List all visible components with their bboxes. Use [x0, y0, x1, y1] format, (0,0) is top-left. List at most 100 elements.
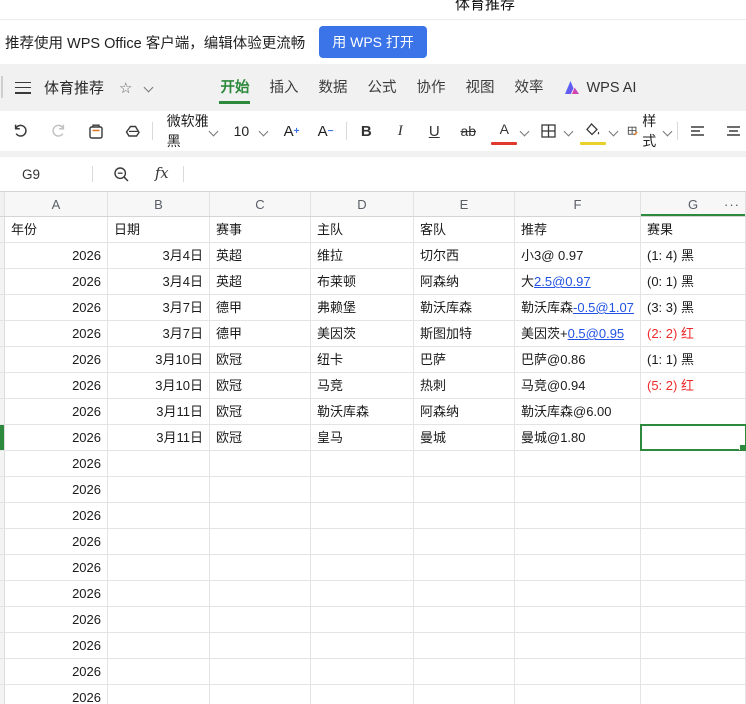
tab-7[interactable]: 效率: [513, 72, 544, 104]
cell-result[interactable]: [641, 685, 746, 704]
cell-home[interactable]: 勒沃库森: [311, 399, 414, 424]
cell-away[interactable]: [414, 581, 515, 606]
tab-4[interactable]: 公式: [366, 72, 397, 104]
cell-style-chevron-down-icon[interactable]: [663, 127, 669, 136]
cell-home[interactable]: [311, 477, 414, 502]
cell-league[interactable]: 欧冠: [210, 373, 311, 398]
cell-year[interactable]: 2026: [5, 685, 108, 704]
cell-away[interactable]: [414, 659, 515, 684]
cell-style-button[interactable]: 样式: [627, 113, 663, 149]
cell-date[interactable]: [108, 607, 210, 632]
cell-date[interactable]: [108, 529, 210, 554]
cell-year[interactable]: 2026: [5, 347, 108, 372]
cell-result[interactable]: [641, 607, 746, 632]
cell-tip[interactable]: [515, 503, 641, 528]
increase-font-size-button[interactable]: A +: [280, 117, 304, 145]
cell-home[interactable]: [311, 529, 414, 554]
cell-result[interactable]: [641, 581, 746, 606]
cell-date[interactable]: 3月7日: [108, 321, 210, 346]
cell-year[interactable]: 2026: [5, 451, 108, 476]
tab-5[interactable]: 协作: [415, 72, 446, 104]
tab-3[interactable]: 数据: [317, 72, 348, 104]
header-cell-away[interactable]: 客队: [414, 217, 515, 242]
cell-year[interactable]: 2026: [5, 321, 108, 346]
redo-button[interactable]: [46, 117, 70, 145]
decrease-font-size-button[interactable]: A −: [314, 117, 338, 145]
cell-result[interactable]: (0: 1) 黑: [641, 269, 746, 294]
cell-date[interactable]: [108, 451, 210, 476]
cell-away[interactable]: 热刺: [414, 373, 515, 398]
cell-tip[interactable]: [515, 529, 641, 554]
cell-league[interactable]: [210, 529, 311, 554]
cell-tip[interactable]: [515, 607, 641, 632]
font-name-select[interactable]: 微软雅黑: [167, 113, 210, 149]
cell-home[interactable]: [311, 451, 414, 476]
cell-league[interactable]: 英超: [210, 243, 311, 268]
cell-result[interactable]: (3: 3) 黑: [641, 295, 746, 320]
cell-result[interactable]: [640, 424, 746, 451]
header-cell-league[interactable]: 赛事: [210, 217, 311, 242]
borders-button[interactable]: [536, 117, 560, 145]
align-center-button[interactable]: [722, 117, 746, 145]
cell-away[interactable]: [414, 451, 515, 476]
cell-tip[interactable]: 勒沃库森@6.00: [515, 399, 641, 424]
zoom-search-button[interactable]: [109, 160, 133, 188]
fill-color-chevron-down-icon[interactable]: [609, 127, 615, 136]
cell-home[interactable]: 纽卡: [311, 347, 414, 372]
cell-date[interactable]: [108, 685, 210, 704]
cell-year[interactable]: 2026: [5, 295, 108, 320]
cell-year[interactable]: 2026: [5, 503, 108, 528]
cell-result[interactable]: [641, 529, 746, 554]
tip-link[interactable]: -0.5@1.07: [573, 300, 634, 315]
cell-away[interactable]: 阿森纳: [414, 399, 515, 424]
cell-league[interactable]: [210, 581, 311, 606]
cell-tip[interactable]: 大2.5@0.97: [515, 269, 641, 294]
cell-result[interactable]: (2: 2) 红: [641, 321, 746, 346]
cell-year[interactable]: 2026: [5, 633, 108, 658]
favorite-star-icon[interactable]: ☆: [119, 79, 132, 97]
strikethrough-button[interactable]: ab: [456, 117, 480, 145]
cell-away[interactable]: [414, 555, 515, 580]
document-name[interactable]: 体育推荐: [44, 77, 104, 98]
cell-year[interactable]: 2026: [5, 555, 108, 580]
cell-result[interactable]: (1: 1) 黑: [641, 347, 746, 372]
cell-date[interactable]: 3月11日: [108, 399, 210, 424]
tip-link[interactable]: 2.5@0.97: [534, 274, 591, 289]
cell-tip[interactable]: [515, 633, 641, 658]
header-cell-result[interactable]: 赛果: [641, 217, 746, 242]
cell-date[interactable]: 3月11日: [108, 425, 210, 450]
bold-button[interactable]: B: [354, 117, 378, 145]
cell-date[interactable]: [108, 581, 210, 606]
cell-result[interactable]: [641, 503, 746, 528]
cell-home[interactable]: 美因茨: [311, 321, 414, 346]
column-header-B[interactable]: B: [108, 192, 210, 216]
header-cell-home[interactable]: 主队: [311, 217, 414, 242]
header-cell-tip[interactable]: 推荐: [515, 217, 641, 242]
header-cell-year[interactable]: 年份: [5, 217, 108, 242]
cell-result[interactable]: [641, 633, 746, 658]
cell-date[interactable]: [108, 477, 210, 502]
menu-icon[interactable]: [15, 81, 31, 94]
cell-tip[interactable]: [515, 451, 641, 476]
undo-button[interactable]: [8, 117, 32, 145]
cell-year[interactable]: 2026: [5, 659, 108, 684]
cell-away[interactable]: 勒沃库森: [414, 295, 515, 320]
cell-tip[interactable]: 小3@ 0.97: [515, 243, 641, 268]
cell-home[interactable]: 马竞: [311, 373, 414, 398]
cell-away[interactable]: 曼城: [414, 425, 515, 450]
cell-tip[interactable]: 美因茨+0.5@0.95: [515, 321, 641, 346]
font-size-chevron-down-icon[interactable]: [259, 127, 265, 136]
cell-away[interactable]: 巴萨: [414, 347, 515, 372]
cell-away[interactable]: [414, 477, 515, 502]
column-header-F[interactable]: F: [515, 192, 641, 216]
cell-home[interactable]: [311, 659, 414, 684]
cell-date[interactable]: 3月10日: [108, 347, 210, 372]
cell-tip[interactable]: [515, 659, 641, 684]
doc-menu-chevron-down-icon[interactable]: [144, 83, 153, 92]
cell-year[interactable]: 2026: [5, 373, 108, 398]
cell-date[interactable]: [108, 659, 210, 684]
cell-result[interactable]: (5: 2) 红: [641, 373, 746, 398]
cell-league[interactable]: [210, 451, 311, 476]
cell-away[interactable]: [414, 529, 515, 554]
cell-date[interactable]: 3月4日: [108, 269, 210, 294]
